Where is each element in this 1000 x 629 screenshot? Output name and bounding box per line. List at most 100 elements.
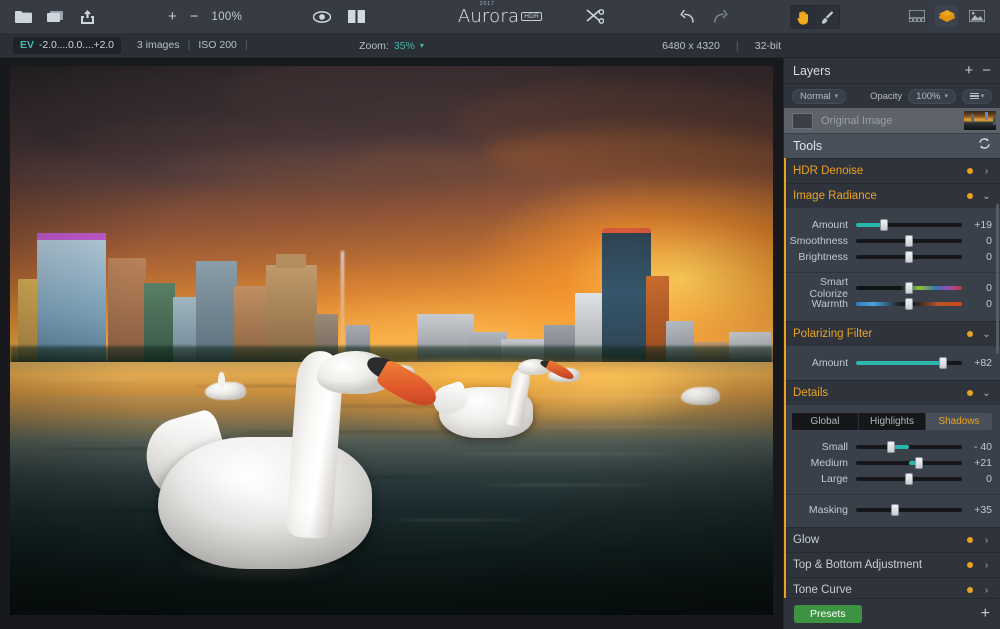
layers-title: Layers <box>793 64 955 78</box>
chevron-down-icon: ▾ <box>944 92 948 100</box>
section-title: HDR Denoise <box>793 165 967 177</box>
tool-section-tone-curve[interactable]: Tone Curve › <box>784 577 1000 598</box>
active-tool-edge <box>784 158 786 598</box>
tool-section-details[interactable]: Details ⌄ <box>784 380 1000 405</box>
slider-track[interactable] <box>856 255 962 259</box>
folder-icon[interactable] <box>14 9 32 25</box>
details-body: Global Highlights Shadows Small - 40 <box>784 405 1000 527</box>
chevron-right-icon[interactable]: › <box>982 535 991 546</box>
tools-header: Tools <box>784 133 1000 158</box>
chevron-right-icon[interactable]: › <box>982 166 991 177</box>
layers-orange-icon[interactable] <box>935 5 958 27</box>
slider-brightness[interactable]: Brightness 0 <box>784 249 1000 265</box>
remove-layer-button[interactable]: − <box>982 63 991 78</box>
tab-highlights[interactable]: Highlights <box>859 413 926 430</box>
slider-smoothness[interactable]: Smoothness 0 <box>784 233 1000 249</box>
blend-mode-dropdown[interactable]: Normal ▾ <box>792 89 846 104</box>
app-logo: 2017 AuroraHDR <box>0 0 1000 33</box>
tools-scroll-area[interactable]: HDR Denoise › Image Radiance ⌄ Amount <box>784 158 1000 598</box>
slider-warmth[interactable]: Warmth 0 <box>784 296 1000 312</box>
paint-brush-icon[interactable] <box>815 6 839 28</box>
zoom-in-button[interactable]: + <box>168 9 177 24</box>
slider-track[interactable] <box>856 239 962 243</box>
slider-small[interactable]: Small - 40 <box>784 439 1000 455</box>
filmstrip-icon[interactable] <box>905 5 928 27</box>
layers-stack-icon[interactable] <box>46 9 64 25</box>
hand-mask-icon[interactable] <box>791 6 815 28</box>
tool-section-image-radiance[interactable]: Image Radiance ⌄ <box>784 183 1000 208</box>
layer-thumbnail[interactable] <box>964 111 996 130</box>
slider-track[interactable] <box>856 223 962 227</box>
chevron-down-icon[interactable]: ⌄ <box>982 388 991 399</box>
redo-arrow-icon[interactable] <box>711 9 729 25</box>
layer-menu-button[interactable]: ▾ <box>962 89 992 104</box>
slider-amount[interactable]: Amount +19 <box>784 217 1000 233</box>
section-title: Tone Curve <box>793 584 967 596</box>
picture-icon[interactable] <box>965 5 988 27</box>
main-body: Layers + − Normal ▾ Opacity 100% ▾ ▾ <box>0 58 1000 629</box>
radiance-group-2: Smart Colorize 0 Warmth 0 <box>784 272 1000 315</box>
slider-track[interactable] <box>856 445 962 449</box>
slider-value: 0 <box>962 298 992 310</box>
zoom-level-label[interactable]: 100% <box>212 11 243 23</box>
tab-global[interactable]: Global <box>792 413 859 430</box>
chevron-right-icon[interactable]: › <box>982 585 991 596</box>
slider-track[interactable] <box>856 361 962 365</box>
slider-medium[interactable]: Medium +21 <box>784 455 1000 471</box>
export-upload-icon[interactable] <box>78 9 96 25</box>
add-layer-button[interactable]: + <box>964 63 973 78</box>
presets-button[interactable]: Presets <box>794 605 862 623</box>
slider-masking[interactable]: Masking +35 <box>784 502 1000 518</box>
slider-track[interactable] <box>856 461 962 465</box>
slider-track[interactable] <box>856 508 962 512</box>
canvas-area[interactable] <box>0 58 783 629</box>
slider-polarizing-amount[interactable]: Amount +82 <box>784 355 1000 371</box>
scissors-icon[interactable] <box>586 9 604 25</box>
undo-arrow-icon[interactable] <box>679 9 697 25</box>
eye-icon[interactable] <box>313 9 331 25</box>
panel-toggle-group <box>905 5 988 27</box>
layer-item-original-image[interactable]: Original Image <box>784 108 1000 133</box>
tab-shadows[interactable]: Shadows <box>926 413 992 430</box>
opacity-value: 100% <box>916 91 940 102</box>
zoom-value[interactable]: 35% <box>394 40 415 52</box>
swan-secondary <box>430 357 583 456</box>
chevron-down-icon[interactable]: ⌄ <box>982 191 991 202</box>
tool-section-glow[interactable]: Glow › <box>784 527 1000 552</box>
details-tabs: Global Highlights Shadows <box>792 413 992 430</box>
logo-year: 2017 <box>480 1 495 7</box>
layer-visibility-checkbox[interactable] <box>792 113 813 129</box>
scissors-group <box>586 0 604 33</box>
slider-large[interactable]: Large 0 <box>784 471 1000 487</box>
tool-section-polarizing-filter[interactable]: Polarizing Filter ⌄ <box>784 321 1000 346</box>
slider-label: Amount <box>784 219 856 231</box>
slider-smart-colorize[interactable]: Smart Colorize 0 <box>784 280 1000 296</box>
polarizing-group: Amount +82 <box>784 352 1000 374</box>
zoom-out-button[interactable]: − <box>190 9 199 24</box>
slider-value: +82 <box>962 357 992 369</box>
ev-bracket-chip[interactable]: EV -2.0....0.0....+2.0 <box>13 37 121 54</box>
tool-section-top-bottom-adjustment[interactable]: Top & Bottom Adjustment › <box>784 552 1000 577</box>
layers-panel-header: Layers + − <box>784 58 1000 84</box>
zoom-controls: + − 100% <box>168 0 242 33</box>
slider-track[interactable] <box>856 286 962 290</box>
chevron-down-icon: ▾ <box>835 92 839 100</box>
panel-scrollbar[interactable] <box>996 204 999 354</box>
photo-preview[interactable] <box>10 66 773 615</box>
split-compare-icon[interactable] <box>347 9 365 25</box>
chevron-right-icon[interactable]: › <box>982 560 991 571</box>
logo-hdr-badge: HDR <box>521 12 542 21</box>
slider-track[interactable] <box>856 302 962 306</box>
slider-label: Masking <box>784 504 856 516</box>
tool-section-hdr-denoise[interactable]: HDR Denoise › <box>784 158 1000 183</box>
section-title: Glow <box>793 534 967 546</box>
chevron-down-icon[interactable]: ▾ <box>420 41 424 50</box>
layer-name-label: Original Image <box>821 115 956 127</box>
add-preset-button[interactable]: + <box>981 606 990 622</box>
slider-track[interactable] <box>856 477 962 481</box>
chevron-down-icon[interactable]: ⌄ <box>982 329 991 340</box>
slider-label: Brightness <box>784 251 856 263</box>
recycle-reset-icon[interactable] <box>978 137 991 155</box>
opacity-dropdown[interactable]: 100% ▾ <box>908 89 956 104</box>
section-title: Top & Bottom Adjustment <box>793 559 967 571</box>
